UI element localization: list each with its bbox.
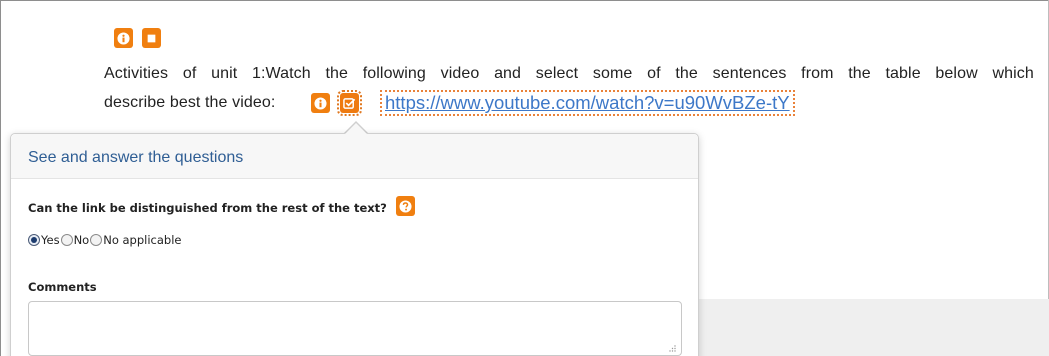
activity-word: the [675, 65, 698, 82]
question-icon [399, 199, 412, 213]
checklist-icon [343, 97, 356, 109]
comments-label: Comments [28, 280, 97, 294]
activity-word: video [440, 65, 480, 82]
info-button-inline[interactable] [311, 93, 330, 113]
help-button[interactable] [396, 196, 415, 216]
popover-title: See and answer the questions [28, 149, 244, 166]
radio-not-applicable[interactable] [90, 234, 103, 246]
radio-no[interactable] [60, 234, 73, 246]
radio-yes-label[interactable]: Yes [41, 233, 60, 247]
evaluation-popover: See and answer the questions Can the lin… [10, 133, 699, 356]
activity-word: table [885, 65, 921, 82]
popover-header: See and answer the questions [11, 134, 698, 179]
radio-yes[interactable] [28, 234, 40, 246]
question-label: Can the link be distinguished from the r… [28, 201, 387, 215]
frame-border-top [0, 0, 1049, 1]
activity-text-line1: Activities of unit 1:Watch the following video… [104, 65, 1034, 83]
activity-word: unit [211, 65, 238, 82]
frame-border-left [0, 0, 1, 356]
activity-word: and [494, 65, 522, 82]
activity-word: of [182, 65, 197, 82]
activity-word: which [992, 65, 1034, 82]
activity-word: the [848, 65, 871, 82]
stop-icon [147, 34, 156, 42]
activity-word: some [592, 65, 633, 82]
info-icon [314, 96, 327, 110]
comments-field[interactable] [28, 301, 682, 356]
activity-word: of [647, 65, 661, 82]
popover-arrow-fill [344, 123, 368, 135]
activity-word: following [362, 65, 426, 82]
activity-word: from [801, 65, 834, 82]
activity-text-line2: describe best the video: [104, 94, 276, 111]
info-button[interactable] [114, 28, 133, 48]
resize-grip-icon[interactable] [668, 344, 676, 352]
activity-word: the [325, 65, 349, 82]
radio-not-applicable-label[interactable]: No applicable [103, 233, 181, 247]
info-icon [117, 31, 130, 45]
answer-options: Yes No No applicable [28, 233, 183, 247]
activity-word: 1:Watch [251, 65, 311, 82]
activity-word: select [535, 65, 579, 82]
video-link[interactable]: https://www.youtube.com/watch?v=u90WvBZe… [380, 90, 795, 116]
radio-no-label[interactable]: No [74, 233, 90, 247]
evaluate-button[interactable] [337, 90, 362, 116]
background-panel [697, 299, 1049, 356]
activity-word: below [935, 65, 978, 82]
stop-button[interactable] [142, 28, 161, 48]
activity-word: sentences [712, 65, 787, 82]
activity-word: Activities [104, 65, 169, 82]
